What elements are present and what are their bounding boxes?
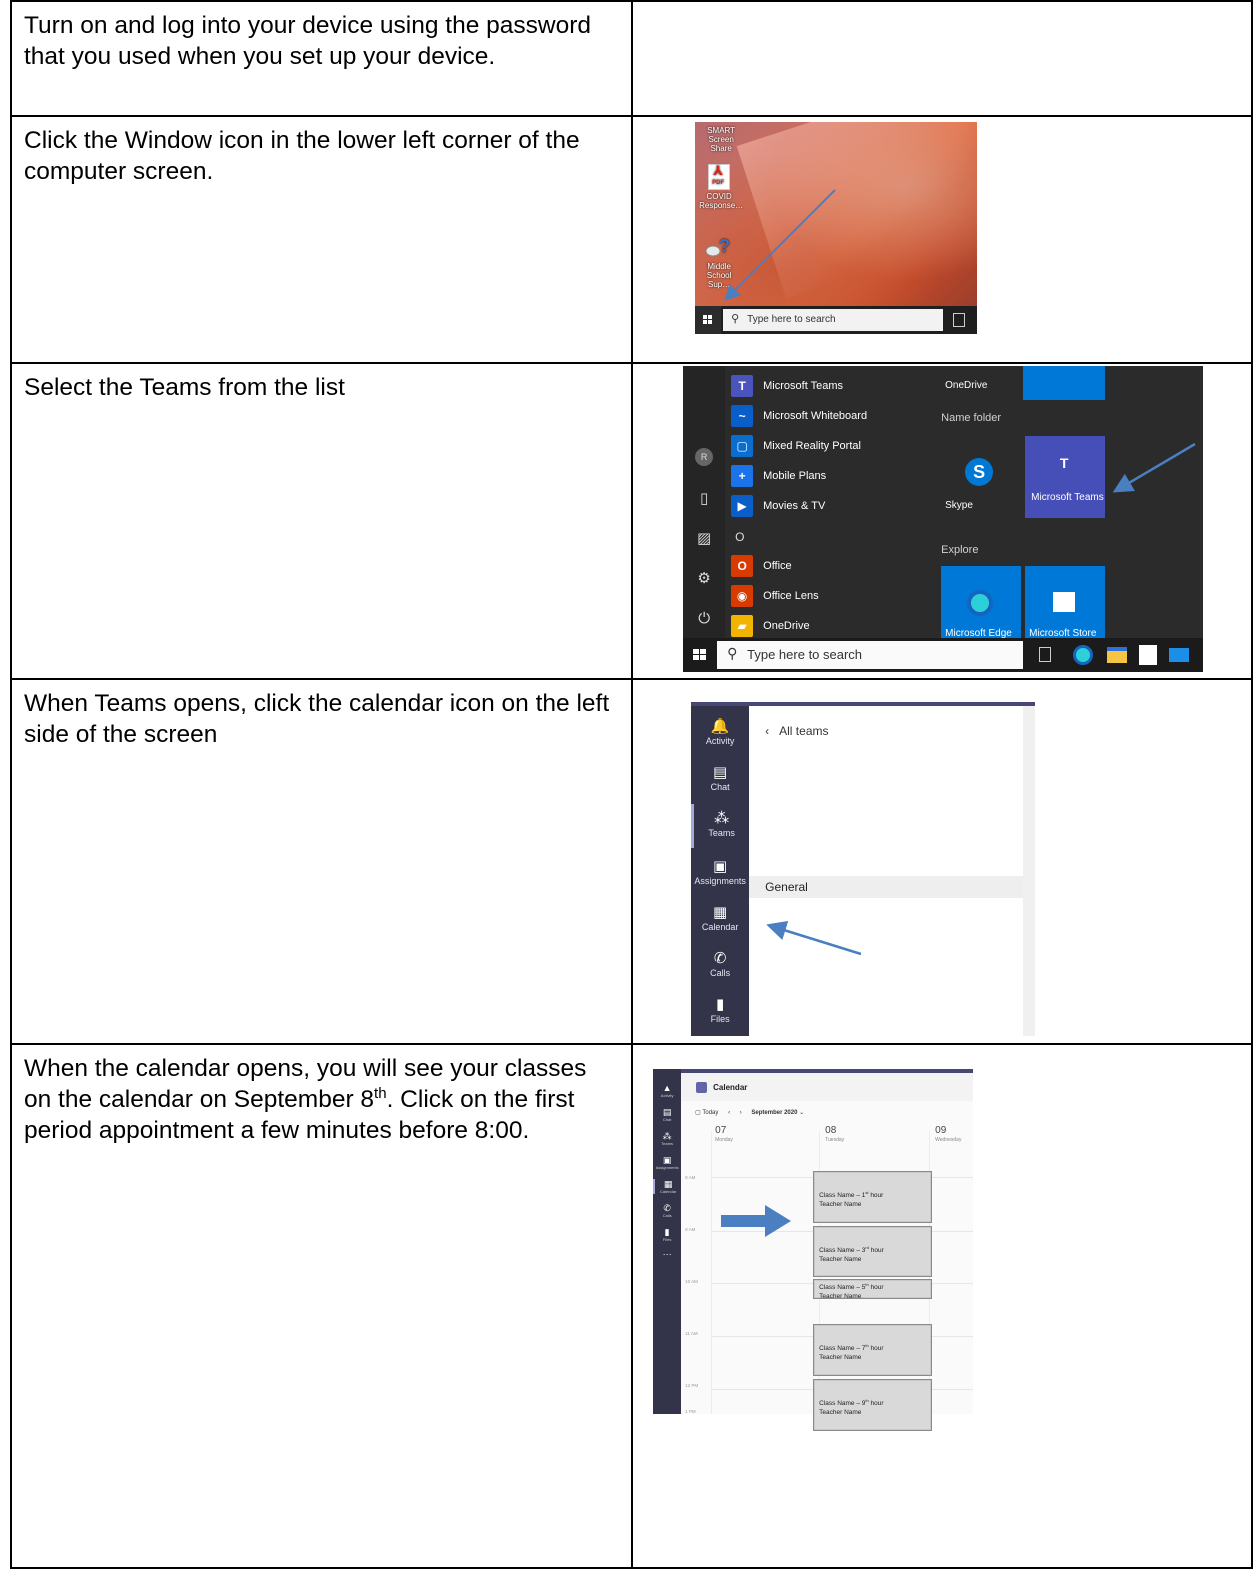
day-name: Tuesday — [825, 1137, 845, 1143]
teams-sidebar: ▲ Activity ▤ Chat ⁂ Teams ▣ Assignments ▦ Cal… — [653, 1069, 682, 1414]
step-3-text: Select the Teams from the list — [24, 374, 345, 401]
step-1-text-cell: Turn on and log into your device using t… — [9, 0, 634, 117]
teams-screenshot: 🔔 Activity ▤ Chat ⁂ Teams ▣ Assignments — [691, 702, 1036, 1036]
step-5-image-cell: ▲ Activity ▤ Chat ⁂ Teams ▣ Assignments ▦ Cal… — [631, 1043, 1253, 1569]
step-2-text: Click the Window icon in the lower left … — [24, 127, 580, 185]
step-2-image-cell: SMART Screen Share PDF COVID Response… ?… — [631, 115, 1253, 364]
step-3-image-cell: R ▯ ▨ ⚙ ⏻ T Microsoft Teams ~ Microsoft Wh… — [631, 362, 1253, 680]
step-4-text-cell: When Teams opens, click the calendar ico… — [9, 678, 634, 1045]
step-row-4: When Teams opens, click the calendar ico… — [9, 678, 1253, 1045]
hour-label: 8 AM — [685, 1175, 696, 1180]
instructions-table: Turn on and log into your device using t… — [9, 0, 1253, 1569]
windows-icon — [703, 315, 713, 324]
step-row-5: When the calendar opens, you will see yo… — [9, 1043, 1253, 1569]
chevron-down-icon[interactable]: ⌄ — [799, 1110, 804, 1116]
step-3-text-cell: Select the Teams from the list — [9, 362, 634, 680]
annotation-arrow — [724, 189, 836, 301]
hour-label: 9 AM — [685, 1227, 696, 1232]
bell-icon[interactable]: ▲ Activity — [653, 1083, 681, 1098]
mail-icon[interactable] — [1169, 648, 1190, 662]
month-label[interactable]: September 2020 — [751, 1110, 797, 1116]
day-number: 09 — [935, 1125, 947, 1136]
annotation-arrow — [1112, 442, 1196, 493]
step-1-text: Turn on and log into your device using t… — [24, 12, 592, 70]
calendar-event[interactable]: Class Name – 7th hour Teacher Name — [813, 1324, 933, 1376]
desktop-screenshot: SMART Screen Share PDF COVID Response… ?… — [695, 122, 978, 334]
step-4-text: When Teams opens, click the calendar ico… — [24, 690, 610, 748]
hour-label: 10 AM — [685, 1279, 698, 1284]
calendar-event[interactable]: Class Name – 1st hour Teacher Name — [813, 1171, 933, 1223]
search-icon: ⚲ — [731, 313, 740, 325]
calendar-event[interactable]: Class Name – 9th hour Teacher Name — [813, 1379, 933, 1431]
annotation-arrow — [721, 1205, 792, 1237]
edge-taskbar-icon[interactable] — [1073, 645, 1094, 665]
calendar-title: Calendar — [713, 1083, 748, 1092]
hour-label: 11 AM — [685, 1331, 698, 1336]
day-name: Wednesday — [935, 1137, 962, 1143]
search-icon: ⚲ — [727, 645, 738, 661]
task-view-icon[interactable] — [953, 313, 966, 327]
chevron-left-icon[interactable]: ‹ — [728, 1110, 730, 1116]
hour-label: 12 PM — [685, 1383, 699, 1388]
file-icon[interactable]: ▮ Files — [653, 1227, 681, 1242]
windows-start-button[interactable] — [695, 306, 722, 334]
step-1-image-cell — [631, 0, 1253, 117]
calendar-event[interactable]: Class Name – 5th hour Teacher Name — [813, 1279, 933, 1300]
annotation-arrow — [766, 920, 862, 956]
start-menu-screenshot: R ▯ ▨ ⚙ ⏻ T Microsoft Teams ~ Microsoft Wh… — [683, 366, 1204, 672]
step-row-3: Select the Teams from the list R ▯ ▨ ⚙ ⏻… — [9, 362, 1253, 680]
step-2-text-cell: Click the Window icon in the lower left … — [9, 115, 634, 364]
store-taskbar-icon[interactable] — [1139, 645, 1158, 665]
phone-icon[interactable]: ✆ Calls — [653, 1203, 681, 1218]
chevron-right-icon[interactable]: › — [740, 1110, 742, 1116]
step-row-1: Turn on and log into your device using t… — [9, 0, 1253, 117]
taskbar: ⚲ Type here to search — [695, 306, 978, 334]
more-icon[interactable]: ··· — [653, 1249, 681, 1259]
chat-icon[interactable]: ▤ Chat — [653, 1107, 681, 1122]
day-number: 07 — [715, 1125, 727, 1136]
assignments-icon[interactable]: ▣ Assignments — [653, 1155, 681, 1170]
calendar-nav: ▢ Today ‹ › September 2020 ⌄ — [695, 1109, 804, 1116]
calendar-title-icon — [696, 1082, 708, 1093]
taskbar-search[interactable]: ⚲ Type here to search — [723, 309, 944, 331]
task-view-icon[interactable] — [1039, 647, 1052, 662]
today-button[interactable]: ▢ Today — [695, 1110, 718, 1116]
teams-icon[interactable]: ⁂ Teams — [653, 1131, 681, 1146]
taskbar-search[interactable]: ⚲ Type here to search — [717, 641, 1024, 669]
calendar-event[interactable]: Class Name – 3rd hour Teacher Name — [813, 1226, 933, 1277]
step-row-2: Click the Window icon in the lower left … — [9, 115, 1253, 364]
taskbar: ⚲ Type here to search — [683, 638, 1204, 672]
step-4-image-cell: 🔔 Activity ▤ Chat ⁂ Teams ▣ Assignments — [631, 678, 1253, 1045]
day-number: 08 — [825, 1125, 837, 1136]
calendar-icon[interactable]: ▦ Calendar — [653, 1179, 681, 1194]
hour-label: 1 PM — [685, 1409, 696, 1414]
windows-icon[interactable] — [691, 646, 709, 664]
file-explorer-icon[interactable] — [1107, 647, 1128, 663]
step-5-text-cell: When the calendar opens, you will see yo… — [9, 1043, 634, 1569]
step-5-text: When the calendar opens, you will see yo… — [24, 1055, 587, 1144]
day-name: Monday — [715, 1137, 733, 1143]
